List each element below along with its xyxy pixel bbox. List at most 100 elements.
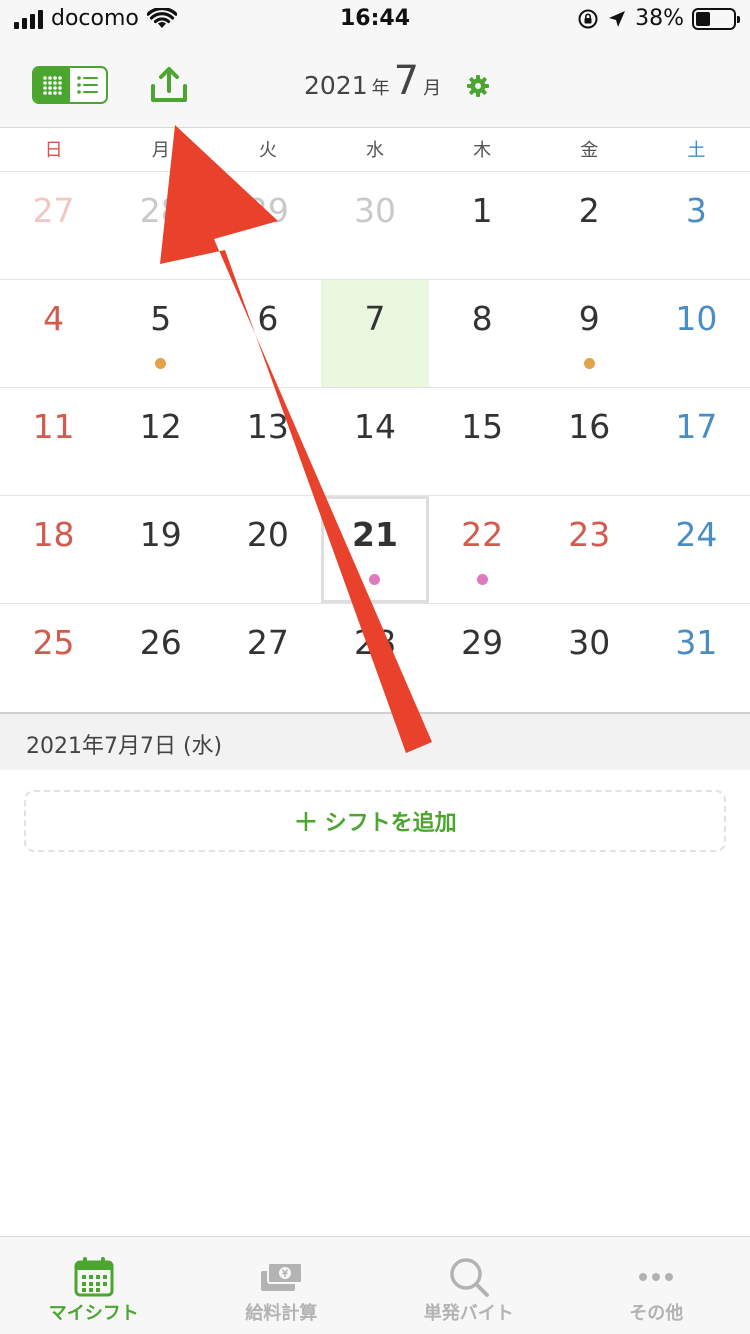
battery-fill bbox=[696, 11, 710, 26]
day-number: 26 bbox=[139, 623, 182, 662]
grid-icon bbox=[43, 76, 62, 95]
tab-label: 単発バイト bbox=[423, 1303, 514, 1324]
location-icon bbox=[609, 10, 626, 27]
calendar-day-cell[interactable]: 24 bbox=[643, 496, 750, 603]
year-unit: 年 bbox=[371, 78, 390, 99]
battery-icon bbox=[692, 7, 740, 30]
tab-salary[interactable]: 給料計算 bbox=[188, 1237, 376, 1334]
day-number: 14 bbox=[353, 407, 396, 446]
day-number: 4 bbox=[43, 299, 65, 338]
calendar-day-cell[interactable]: 3 bbox=[643, 172, 750, 279]
view-toggle[interactable] bbox=[32, 66, 108, 104]
day-number: 6 bbox=[257, 299, 279, 338]
calendar-day-cell[interactable]: 10 bbox=[643, 280, 750, 387]
calendar-day-cell[interactable]: 2 bbox=[536, 172, 643, 279]
selected-date-header: 2021年7月7日 (水) bbox=[0, 712, 750, 770]
share-button[interactable] bbox=[146, 62, 192, 108]
gear-icon[interactable] bbox=[466, 74, 490, 98]
calendar-day-cell[interactable]: 31 bbox=[643, 604, 750, 712]
calendar-day-cell[interactable]: 23 bbox=[536, 496, 643, 603]
month-unit: 月 bbox=[423, 78, 442, 99]
calendar-day-cell[interactable]: 13 bbox=[214, 388, 321, 495]
weekday-wed: 水 bbox=[365, 140, 384, 161]
calendar-day-cell[interactable]: 6 bbox=[214, 280, 321, 387]
calendar-day-cell[interactable]: 20 bbox=[214, 496, 321, 603]
rotation-lock-icon bbox=[578, 9, 598, 28]
calendar-day-cell[interactable]: 29 bbox=[214, 172, 321, 279]
calendar-day-cell[interactable]: 28 bbox=[107, 172, 214, 279]
day-number: 27 bbox=[32, 191, 75, 230]
calendar-day-cell[interactable]: 11 bbox=[0, 388, 107, 495]
battery-percent: 38% bbox=[635, 6, 684, 31]
weekday-mon: 月 bbox=[151, 140, 170, 161]
tab-label: マイシフト bbox=[48, 1303, 139, 1324]
calendar-day-cell[interactable]: 9 bbox=[536, 280, 643, 387]
weekday-header: 日 月 火 水 木 金 土 bbox=[0, 129, 750, 172]
calendar-day-cell[interactable]: 16 bbox=[536, 388, 643, 495]
day-number: 11 bbox=[32, 407, 75, 446]
calendar-day-cell[interactable]: 30 bbox=[321, 172, 428, 279]
day-number: 3 bbox=[685, 191, 707, 230]
calendar-day-cell[interactable]: 17 bbox=[643, 388, 750, 495]
list-icon bbox=[77, 76, 98, 94]
search-icon bbox=[450, 1258, 489, 1297]
month-title: 2021 年 7 月 bbox=[304, 58, 445, 104]
calendar-day-cell[interactable]: 4 bbox=[0, 280, 107, 387]
calendar-day-cell[interactable]: 22 bbox=[429, 496, 536, 603]
selected-date-label: 2021年7月7日 (水) bbox=[26, 734, 223, 759]
calendar-day-cell[interactable]: 12 bbox=[107, 388, 214, 495]
day-number: 5 bbox=[150, 299, 172, 338]
calendar-day-cell[interactable]: 28 bbox=[321, 604, 428, 712]
calendar-icon bbox=[74, 1257, 114, 1297]
weekday-tue: 火 bbox=[258, 140, 277, 161]
top-bar: 2021 年 7 月 bbox=[0, 40, 750, 128]
day-number: 31 bbox=[675, 623, 718, 662]
tab-label: 給料計算 bbox=[245, 1303, 318, 1324]
share-icon bbox=[151, 67, 187, 102]
calendar-day-cell[interactable]: 19 bbox=[107, 496, 214, 603]
tab-bar: マイシフト 給料計算 単発バイト その他 bbox=[0, 1236, 750, 1334]
calendar-day-cell[interactable]: 1 bbox=[429, 172, 536, 279]
day-number: 21 bbox=[352, 515, 398, 554]
calendar-day-cell[interactable]: 30 bbox=[536, 604, 643, 712]
calendar-day-cell[interactable]: 5 bbox=[107, 280, 214, 387]
day-number: 29 bbox=[461, 623, 504, 662]
calendar-day-cell[interactable]: 27 bbox=[214, 604, 321, 712]
add-shift-button[interactable]: + シフトを追加 bbox=[24, 790, 726, 852]
year-label: 2021 bbox=[304, 71, 368, 100]
calendar-week-row: 27 28 29 30 1 2 3 bbox=[0, 172, 750, 280]
tab-one-time-job[interactable]: 単発バイト bbox=[375, 1237, 563, 1334]
calendar-day-cell[interactable]: 27 bbox=[0, 172, 107, 279]
day-number: 22 bbox=[461, 515, 504, 554]
day-number: 25 bbox=[32, 623, 75, 662]
money-icon bbox=[261, 1262, 304, 1291]
calendar-view-button[interactable] bbox=[34, 68, 70, 102]
calendar-day-cell[interactable]: 7 bbox=[321, 280, 429, 387]
day-number: 30 bbox=[353, 191, 396, 230]
calendar-week-row: 25 26 27 28 29 30 31 bbox=[0, 604, 750, 712]
calendar-day-cell[interactable]: 26 bbox=[107, 604, 214, 712]
day-number: 28 bbox=[353, 623, 396, 662]
more-icon bbox=[639, 1273, 674, 1281]
calendar-day-cell[interactable]: 8 bbox=[429, 280, 536, 387]
tab-label: その他 bbox=[629, 1303, 684, 1324]
day-number: 1 bbox=[471, 191, 493, 230]
weekday-fri: 金 bbox=[580, 140, 599, 161]
calendar-day-cell[interactable]: 29 bbox=[429, 604, 536, 712]
calendar-day-cell[interactable]: 14 bbox=[321, 388, 428, 495]
month-label: 7 bbox=[393, 58, 420, 104]
day-number: 16 bbox=[568, 407, 611, 446]
day-number: 13 bbox=[246, 407, 289, 446]
tab-my-shift[interactable]: マイシフト bbox=[0, 1237, 188, 1334]
calendar-day-cell[interactable]: 15 bbox=[429, 388, 536, 495]
calendar-week-row: 11 12 13 14 15 16 17 bbox=[0, 388, 750, 496]
calendar-grid: 27 28 29 30 1 2 3 4 5 6 7 8 9 10 11 12 13 14 15 16 17 18 19 20 2… bbox=[0, 172, 750, 712]
calendar-day-cell[interactable]: 25 bbox=[0, 604, 107, 712]
tab-other[interactable]: その他 bbox=[563, 1237, 750, 1334]
weekday-sat: 土 bbox=[687, 140, 706, 161]
list-view-button[interactable] bbox=[70, 68, 106, 102]
day-number: 23 bbox=[568, 515, 611, 554]
calendar-day-cell[interactable]: 21 bbox=[321, 496, 429, 603]
day-number: 19 bbox=[139, 515, 182, 554]
calendar-day-cell[interactable]: 18 bbox=[0, 496, 107, 603]
